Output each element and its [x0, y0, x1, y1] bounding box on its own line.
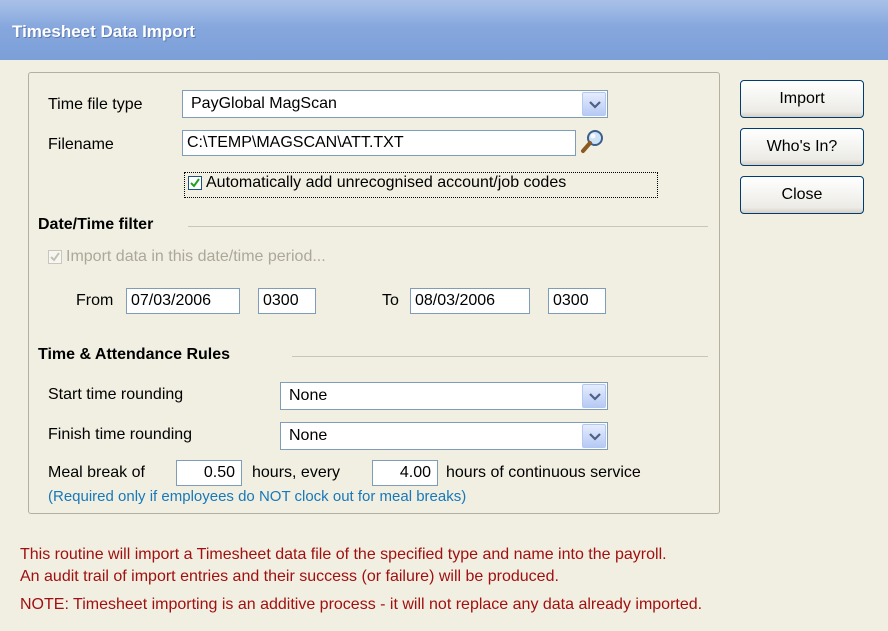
note-line-1: This routine will import a Timesheet dat… — [20, 546, 667, 563]
auto-add-checkbox[interactable] — [188, 176, 202, 190]
to-label: To — [382, 292, 399, 309]
filename-label: Filename — [48, 136, 114, 153]
to-date-field[interactable]: 08/03/2006 — [410, 288, 530, 314]
meal-break-hours-field[interactable]: 0.50 — [176, 460, 242, 486]
time-file-type-value: PayGlobal MagScan — [191, 95, 337, 112]
check-icon — [50, 252, 60, 262]
start-rounding-label: Start time rounding — [48, 386, 184, 403]
start-rounding-select[interactable]: None — [280, 382, 608, 410]
from-time-field[interactable]: 0300 — [258, 288, 316, 314]
window-title: Timesheet Data Import — [12, 22, 195, 41]
chevron-down-icon[interactable] — [582, 424, 606, 448]
finish-rounding-label: Finish time rounding — [48, 426, 193, 443]
to-time-field[interactable]: 0300 — [548, 288, 606, 314]
title-bar: Timesheet Data Import — [0, 0, 888, 60]
dialog-client: Time file type PayGlobal MagScan Filenam… — [0, 60, 888, 631]
section-divider — [188, 226, 708, 227]
filename-field[interactable]: C:\TEMP\MAGSCAN\ATT.TXT — [182, 130, 576, 156]
meal-break-suffix: hours of continuous service — [446, 464, 641, 481]
import-button[interactable]: Import — [740, 80, 864, 118]
close-button[interactable]: Close — [740, 176, 864, 214]
date-filter-checkbox[interactable] — [48, 250, 62, 264]
meal-every-hours-field[interactable]: 4.00 — [372, 460, 438, 486]
meal-break-prefix: Meal break of — [48, 464, 145, 481]
from-date-field[interactable]: 07/03/2006 — [126, 288, 240, 314]
note-line-3: NOTE: Timesheet importing is an additive… — [20, 596, 703, 613]
section-divider — [292, 356, 708, 357]
whos-in-button[interactable]: Who's In? — [740, 128, 864, 166]
chevron-down-icon[interactable] — [582, 92, 606, 116]
auto-add-label[interactable]: Automatically add unrecognised account/j… — [206, 174, 566, 192]
start-rounding-value: None — [289, 387, 328, 404]
date-filter-title: Date/Time filter — [38, 216, 154, 233]
from-label: From — [76, 292, 114, 309]
chevron-down-icon[interactable] — [582, 384, 606, 408]
date-filter-checkbox-label: Import data in this date/time period... — [66, 248, 326, 265]
time-file-type-select[interactable]: PayGlobal MagScan — [182, 90, 608, 118]
meal-break-hint: (Required only if employees do NOT clock… — [48, 488, 467, 505]
time-file-type-label: Time file type — [48, 96, 143, 113]
magnifier-icon[interactable] — [580, 128, 606, 156]
finish-rounding-select[interactable]: None — [280, 422, 608, 450]
rules-title: Time & Attendance Rules — [38, 346, 231, 363]
finish-rounding-value: None — [289, 427, 328, 444]
note-line-2: An audit trail of import entries and the… — [20, 568, 559, 585]
check-icon — [190, 178, 200, 188]
meal-break-mid: hours, every — [252, 464, 341, 481]
